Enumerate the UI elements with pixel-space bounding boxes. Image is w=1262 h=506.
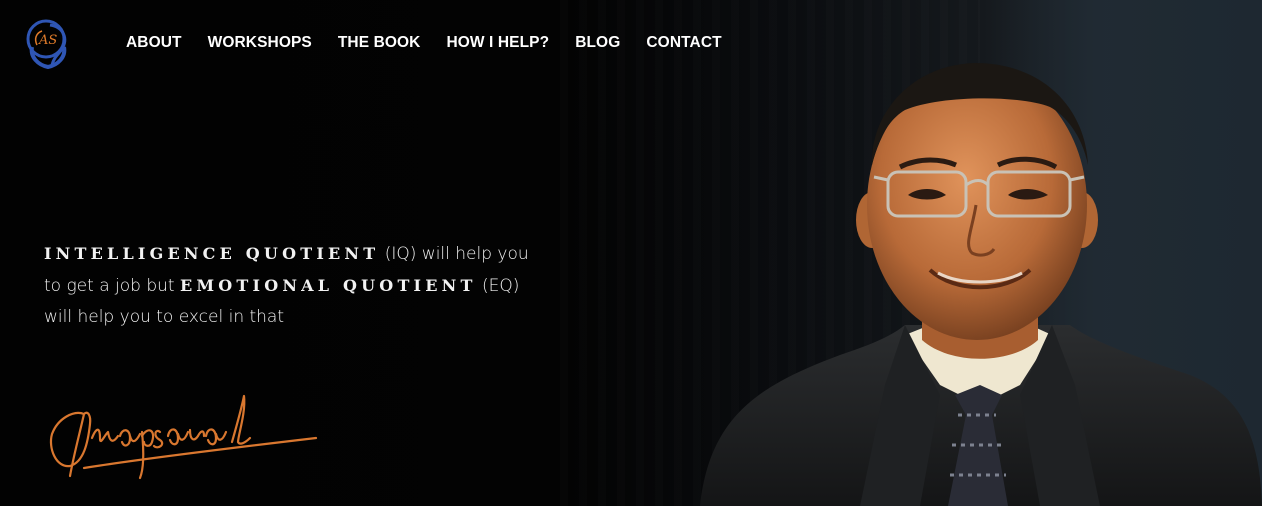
quote-iq-term: INTELLIGENCE QUOTIENT — [44, 244, 380, 263]
quote-eq-term: EMOTIONAL QUOTIENT — [179, 276, 477, 295]
hero-banner: AS ABOUT WORKSHOPS THE BOOK HOW I HELP? … — [0, 0, 1262, 506]
nav-item-about[interactable]: ABOUT — [126, 33, 182, 53]
nav-item-blog[interactable]: BLOG — [575, 33, 620, 53]
site-logo-icon[interactable]: AS — [24, 17, 72, 71]
hero-quote: INTELLIGENCE QUOTIENT (IQ) will help you… — [44, 238, 544, 333]
signature-icon — [49, 394, 318, 480]
logo-initials: AS — [38, 33, 57, 48]
nav-item-how-i-help[interactable]: HOW I HELP? — [446, 33, 549, 53]
nav-item-workshops[interactable]: WORKSHOPS — [208, 33, 312, 53]
main-nav: ABOUT WORKSHOPS THE BOOK HOW I HELP? BLO… — [126, 33, 748, 53]
portrait-icon — [700, 63, 1262, 506]
nav-item-contact[interactable]: CONTACT — [646, 33, 721, 53]
nav-item-the-book[interactable]: THE BOOK — [338, 33, 421, 53]
